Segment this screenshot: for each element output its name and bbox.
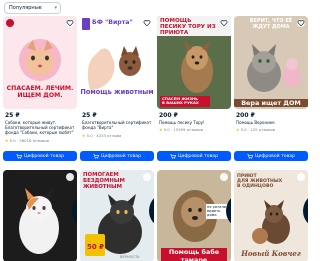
reviews-count: 15399 отзывов — [173, 127, 203, 132]
image-overlay-title: ПРИЮТ ДЛЯ ЖИВОТНЫХ В ОДИНЦОВО — [237, 174, 283, 190]
product-price: 200 ₽ — [236, 112, 255, 119]
product-image[interactable]: БФ "Вирта" Помощь животным — [80, 16, 154, 109]
reviews-count: 125 отзывов — [250, 127, 276, 132]
star-icon: ★ — [5, 138, 9, 143]
cart-icon — [16, 153, 22, 159]
button-label: Цифровой товар — [100, 153, 142, 159]
product-title[interactable]: Помощь песику Тору! — [159, 120, 231, 125]
sort-dropdown[interactable]: Популярные ▾ — [4, 2, 61, 14]
image-overlay-title: ПОМОГАЕМ БЕЗДОМНЫМ ЖИВОТНЫМ — [83, 172, 125, 190]
chevron-down-icon: ▾ — [54, 5, 57, 11]
favorite-heart-icon[interactable] — [220, 19, 228, 27]
rating-value: 5.0 — [86, 133, 93, 138]
favorite-heart-icon[interactable] — [297, 19, 305, 27]
product-image[interactable]: ВЕРИТ, ЧТО ЕЁ ЖДУТ ДОМА Вера ищет ДОМ — [234, 16, 308, 109]
favorite-heart-icon[interactable] — [66, 19, 74, 27]
product-rating: ★ 5.0 · 125 отзывов — [236, 127, 276, 132]
button-label: Цифровой товар — [23, 153, 65, 159]
product-title[interactable]: Помощь Веронике — [236, 120, 308, 125]
star-icon: ★ — [236, 127, 240, 132]
product-rating: ★ 5.0 · 38016 отзывов — [5, 138, 49, 143]
product-image[interactable]: СПАСАЕМ. ЛЕЧИМ. ИЩЕМ ДОМ. — [3, 16, 77, 109]
image-price-tag: 50 ₽ — [87, 243, 105, 251]
image-footer-text: ВЕРНОСТЬ — [120, 255, 140, 259]
image-overlay-text: СПАСЕМ ЖИЗНЬ В ВАШИХ РУКАХ — [160, 96, 210, 107]
product-title[interactable]: Благотворительный сертификат фонда "Вирт… — [82, 120, 154, 130]
rating-value: 5.0 — [9, 138, 16, 143]
button-label: Цифровой товар — [177, 153, 219, 159]
image-overlay-text: Вера ищет ДОМ — [234, 99, 308, 107]
star-icon: ★ — [159, 127, 163, 132]
image-overlay-text: Помощь бабе тамаре — [161, 248, 227, 261]
rating-value: 5.0 — [240, 127, 247, 132]
reviews-count: 4233 отзыва — [96, 133, 122, 138]
image-overlay-title: БФ "Вирта" — [92, 19, 133, 26]
favorite-heart-icon[interactable] — [220, 173, 231, 224]
product-title[interactable]: Собаки, которые живут. Благотворительный… — [5, 120, 77, 135]
image-overlay-text: Помощь животным — [80, 88, 154, 96]
reviews-count: 38016 отзывов — [19, 138, 49, 143]
rating-value: 5.0 — [163, 127, 170, 132]
cart-icon — [170, 153, 176, 159]
product-image[interactable]: ПОМОГАЕМ БЕЗДОМНЫМ ЖИВОТНЫМ 50 ₽ ВЕРНОСТ… — [80, 170, 154, 261]
product-image[interactable]: ПРИЮТ ДЛЯ ЖИВОТНЫХ В ОДИНЦОВО Новый Ковч… — [234, 170, 308, 261]
product-price: 25 ₽ — [82, 112, 97, 119]
product-price: 25 ₽ — [5, 112, 20, 119]
product-image[interactable] — [3, 170, 77, 261]
favorite-heart-icon[interactable] — [143, 19, 151, 27]
favorite-heart-icon[interactable] — [66, 173, 77, 224]
image-overlay-title: ПОМОЩЬ ПЕСИКУ ТОРУ ИЗ ПРИЮТА — [160, 18, 216, 36]
image-overlay-text: СПАСАЕМ. ЛЕЧИМ. ИЩЕМ ДОМ. — [6, 85, 74, 99]
cart-icon — [93, 153, 99, 159]
product-rating: ★ 5.0 · 4233 отзыва — [82, 133, 122, 138]
sort-dropdown-label: Популярные — [9, 5, 42, 11]
cart-icon — [247, 153, 253, 159]
product-image[interactable]: не хотели видеть дома Помощь бабе тамаре — [157, 170, 231, 261]
favorite-heart-icon[interactable] — [143, 173, 154, 224]
favorite-heart-icon[interactable] — [297, 173, 308, 224]
digital-product-button[interactable]: Цифровой товар — [80, 151, 154, 161]
button-label: Цифровой товар — [254, 153, 296, 159]
digital-product-button[interactable]: Цифровой товар — [234, 151, 308, 161]
product-image[interactable]: ПОМОЩЬ ПЕСИКУ ТОРУ ИЗ ПРИЮТА СПАСЕМ ЖИЗН… — [157, 16, 231, 109]
product-price: 200 ₽ — [159, 112, 178, 119]
product-rating: ★ 5.0 · 15399 отзывов — [159, 127, 203, 132]
star-icon: ★ — [82, 133, 86, 138]
digital-product-button[interactable]: Цифровой товар — [157, 151, 231, 161]
digital-product-button[interactable]: Цифровой товар — [3, 151, 77, 161]
